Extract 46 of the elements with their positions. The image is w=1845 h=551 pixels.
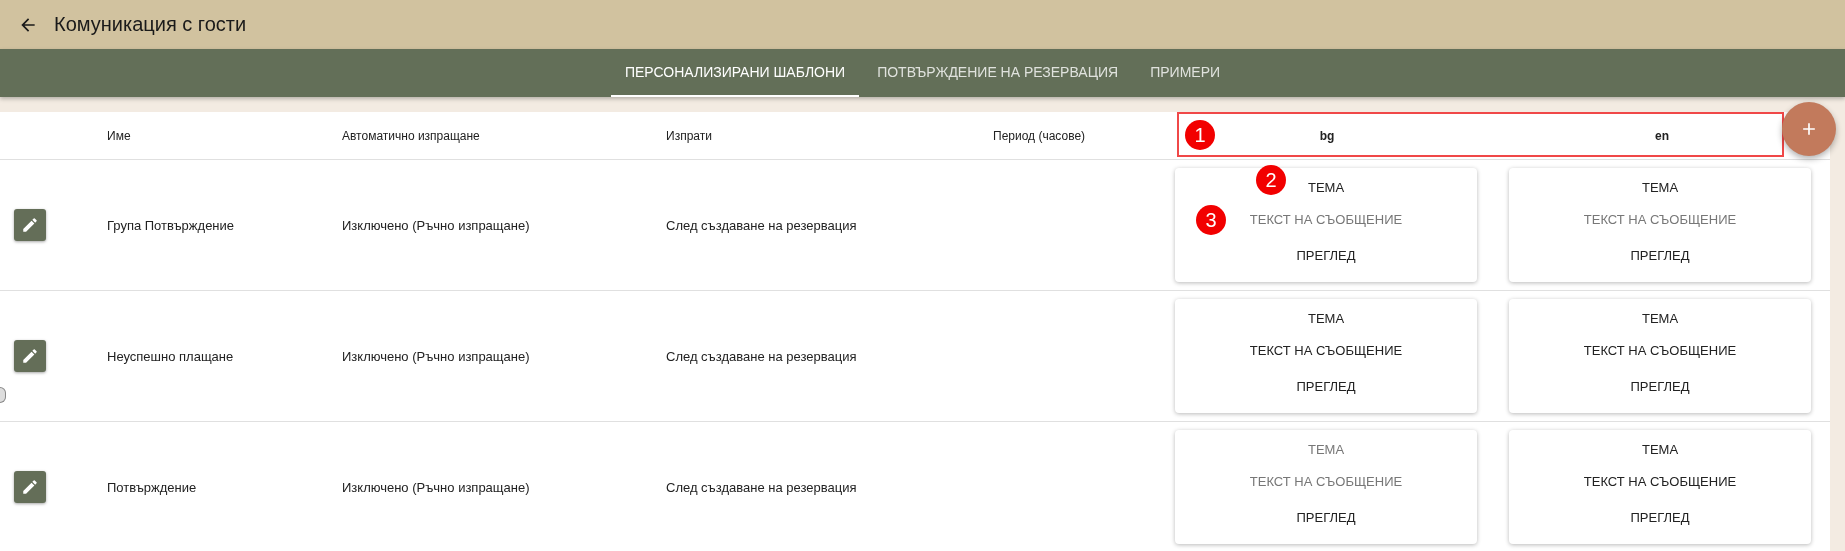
subject-label: ТЕМА [1307, 442, 1345, 458]
preview-button[interactable]: ПРЕГЛЕД [1296, 510, 1356, 526]
preview-button[interactable]: ПРЕГЛЕД [1296, 379, 1356, 395]
preview-button[interactable]: ПРЕГЛЕД [1296, 248, 1356, 264]
pencil-icon [21, 478, 39, 496]
message-label: ТЕКСТ НА СЪОБЩЕНИЕ [1583, 343, 1737, 359]
table-cell: След създаване на резервация [666, 479, 857, 495]
add-button[interactable] [1782, 102, 1836, 156]
column-header: en [1655, 128, 1669, 143]
column-header: bg [1319, 128, 1335, 143]
table-cell: Изключено (Ръчно изпращане) [342, 348, 530, 364]
table-cell: Група Потвърждение [107, 217, 235, 233]
edit-button[interactable] [14, 209, 46, 241]
page-title: Комуникация с гости [54, 13, 247, 36]
subject-label: ТЕМА [1307, 311, 1345, 327]
subject-label: ТЕМА [1641, 442, 1679, 458]
tab[interactable]: ПРИМЕРИ [1136, 49, 1235, 97]
preview-button[interactable]: ПРЕГЛЕД [1630, 248, 1690, 264]
table-cell: Неуспешно плащане [107, 348, 234, 364]
column-header: Период (часове) [993, 128, 1086, 143]
subject-label: ТЕМА [1641, 180, 1679, 196]
step-marker: 1 [1185, 120, 1215, 150]
subject-label: ТЕМА [1641, 311, 1679, 327]
pencil-icon [21, 347, 39, 365]
table-cell: Изключено (Ръчно изпращане) [342, 479, 530, 495]
step-marker: 2 [1256, 165, 1286, 195]
tab[interactable]: ПОТВЪРЖДЕНИЕ НА РЕЗЕРВАЦИЯ [863, 49, 1133, 97]
table-cell: След създаване на резервация [666, 217, 857, 233]
column-header: Автоматично изпращане [342, 128, 480, 143]
preview-button[interactable]: ПРЕГЛЕД [1630, 510, 1690, 526]
table-cell: След създаване на резервация [666, 348, 857, 364]
message-label: ТЕКСТ НА СЪОБЩЕНИЕ [1249, 474, 1403, 490]
tab[interactable]: ПЕРСОНАЛИЗИРАНИ ШАБЛОНИ [610, 49, 860, 97]
message-label: ТЕКСТ НА СЪОБЩЕНИЕ [1249, 212, 1403, 228]
subject-label: ТЕМА [1307, 180, 1345, 196]
table-cell: Потвърждение [107, 479, 197, 495]
column-header: Име [107, 128, 131, 143]
message-label: ТЕКСТ НА СЪОБЩЕНИЕ [1249, 343, 1403, 359]
preview-button[interactable]: ПРЕГЛЕД [1630, 379, 1690, 395]
column-header: Изпрати [666, 128, 712, 143]
edit-button[interactable] [14, 471, 46, 503]
edit-button[interactable] [14, 340, 46, 372]
pencil-icon [21, 216, 39, 234]
message-label: ТЕКСТ НА СЪОБЩЕНИЕ [1583, 212, 1737, 228]
message-label: ТЕКСТ НА СЪОБЩЕНИЕ [1583, 474, 1737, 490]
table-cell: Изключено (Ръчно изпращане) [342, 217, 530, 233]
